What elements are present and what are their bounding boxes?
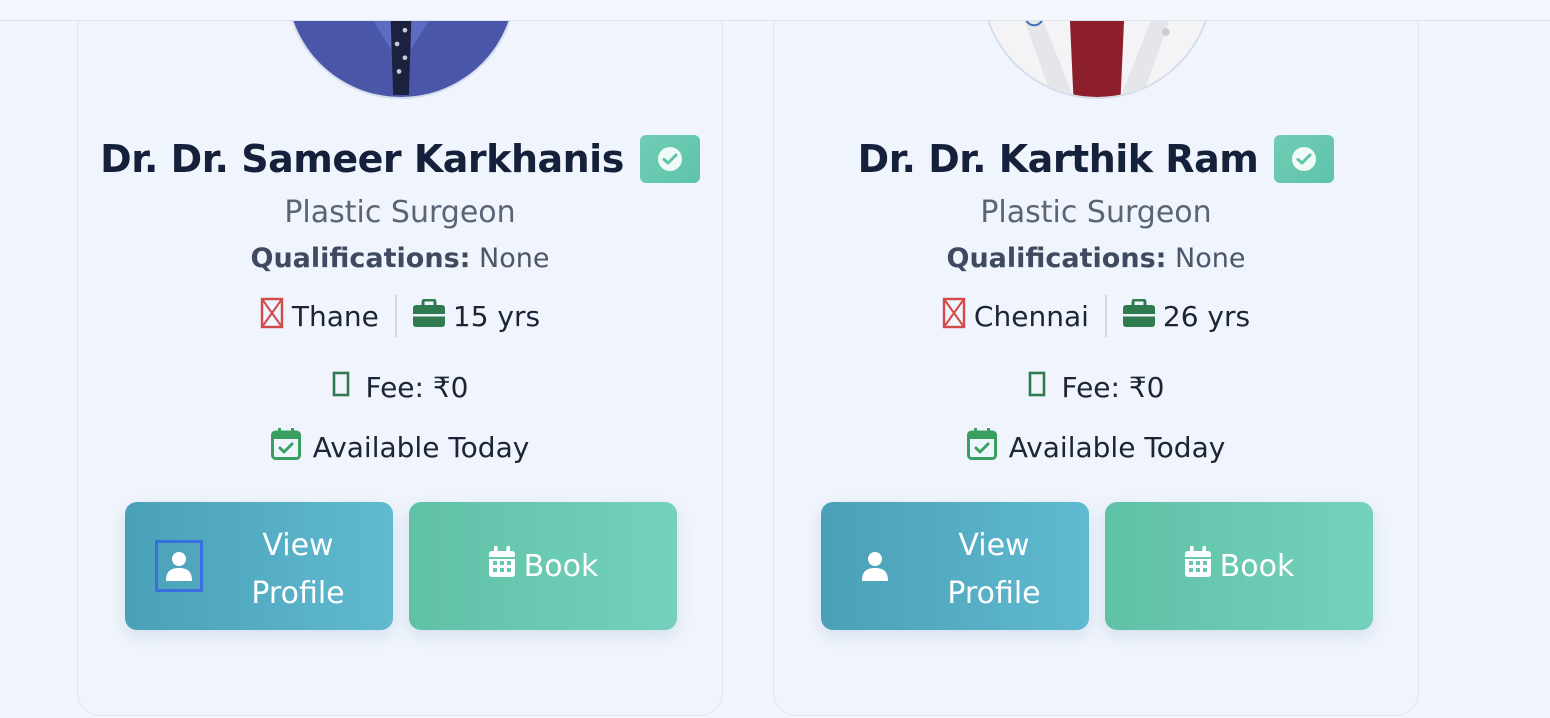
availability-info: Available Today xyxy=(78,428,722,467)
view-profile-label: View Profile xyxy=(899,522,1089,618)
doctor-meta: Chennai 26 yrs xyxy=(774,295,1418,337)
user-icon xyxy=(851,540,899,592)
view-profile-line2: Profile xyxy=(947,576,1041,611)
qualifications-value: None xyxy=(479,243,550,274)
location-text: Thane xyxy=(291,299,379,333)
money-icon xyxy=(332,371,350,404)
calendar-icon xyxy=(488,546,516,586)
experience-info: 26 yrs xyxy=(1122,298,1251,334)
experience-text: 15 yrs xyxy=(452,299,541,333)
availability-info: Available Today xyxy=(774,428,1418,467)
fee-info: Fee: ₹0 xyxy=(78,371,722,404)
doctor-card: Dr. Dr. Sameer Karkhanis Plastic Surgeon… xyxy=(77,0,723,716)
doctor-card: Dr. Dr. Karthik Ram Plastic Surgeon Qual… xyxy=(773,0,1419,716)
view-profile-line1: View xyxy=(958,528,1030,563)
qualifications-value: None xyxy=(1175,243,1246,274)
doctor-specialty: Plastic Surgeon xyxy=(980,195,1212,230)
view-profile-line2: Profile xyxy=(251,576,345,611)
book-button[interactable]: Book xyxy=(1105,502,1373,630)
doctor-qualifications: Qualifications: None xyxy=(774,243,1418,274)
book-label: Book xyxy=(523,548,599,584)
view-profile-label: View Profile xyxy=(203,522,393,618)
calendar-check-icon xyxy=(270,428,301,467)
doctor-name: Dr. Dr. Sameer Karkhanis xyxy=(100,137,624,181)
user-icon xyxy=(155,540,203,592)
doctor-name: Dr. Dr. Karthik Ram xyxy=(857,137,1259,181)
map-marker-icon xyxy=(260,297,284,336)
view-profile-button[interactable]: View Profile xyxy=(125,502,393,630)
location-info: Chennai xyxy=(942,297,1089,336)
money-icon xyxy=(1028,371,1046,404)
view-profile-line1: View xyxy=(262,528,334,563)
availability-text: Available Today xyxy=(312,431,530,464)
experience-text: 26 yrs xyxy=(1162,299,1251,333)
map-marker-icon xyxy=(942,297,966,336)
book-button[interactable]: Book xyxy=(409,502,677,630)
verified-check-icon xyxy=(639,135,700,183)
calendar-check-icon xyxy=(966,428,997,467)
availability-text: Available Today xyxy=(1008,431,1226,464)
location-text: Chennai xyxy=(973,299,1089,333)
doctor-qualifications: Qualifications: None xyxy=(78,243,722,274)
top-header-bar xyxy=(0,0,1550,21)
book-label: Book xyxy=(1219,548,1295,584)
qualifications-label: Qualifications: xyxy=(946,243,1167,274)
qualifications-label: Qualifications: xyxy=(250,243,471,274)
meta-divider xyxy=(1104,295,1107,337)
experience-info: 15 yrs xyxy=(412,298,541,334)
calendar-icon xyxy=(1184,546,1212,586)
verified-check-icon xyxy=(1274,135,1335,183)
doctor-meta: Thane 15 yrs xyxy=(78,295,722,337)
fee-text: Fee: ₹0 xyxy=(1061,371,1165,404)
briefcase-icon xyxy=(1122,298,1155,334)
fee-info: Fee: ₹0 xyxy=(774,371,1418,404)
doctor-specialty: Plastic Surgeon xyxy=(284,195,516,230)
fee-text: Fee: ₹0 xyxy=(365,371,469,404)
view-profile-button[interactable]: View Profile xyxy=(821,502,1089,630)
meta-divider xyxy=(394,295,397,337)
briefcase-icon xyxy=(412,298,445,334)
location-info: Thane xyxy=(260,297,379,336)
